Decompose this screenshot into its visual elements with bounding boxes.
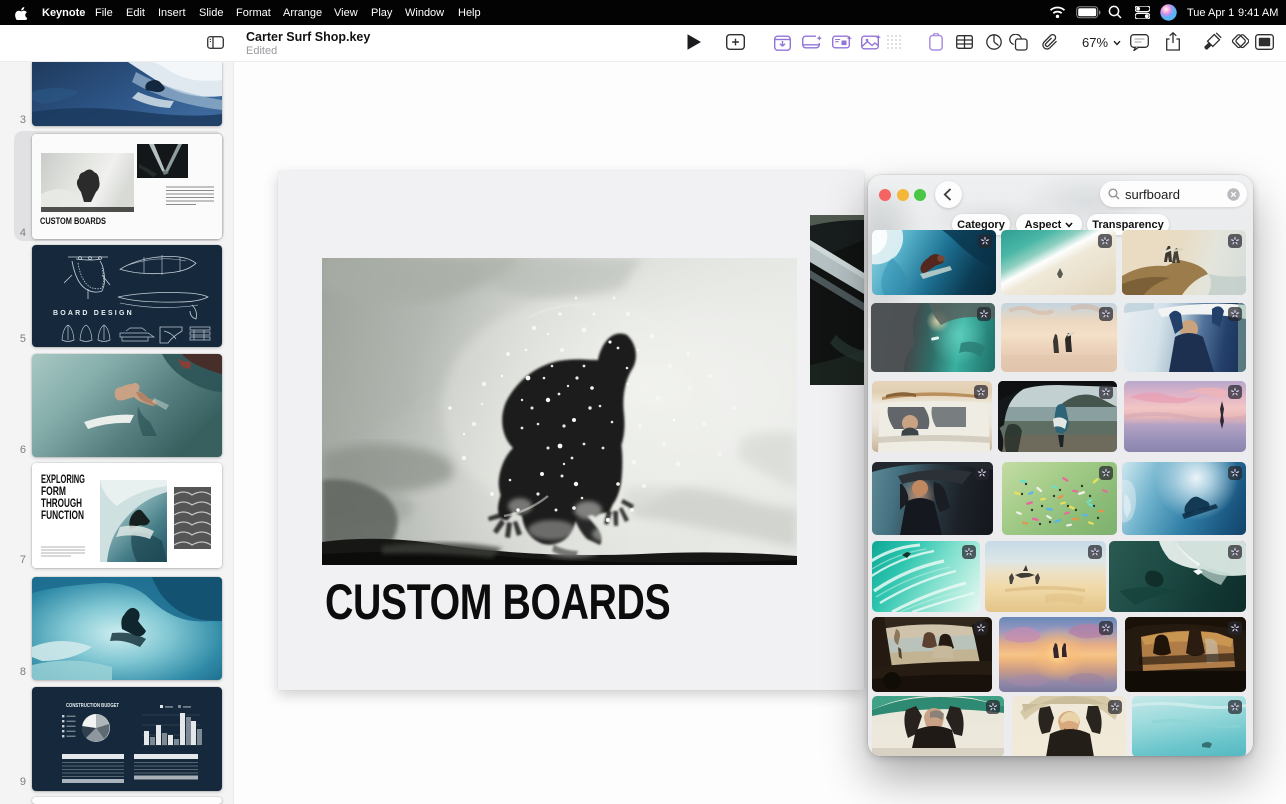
svg-text:FORM: FORM: [41, 486, 66, 498]
svg-text:CONSTRUCTION BUDGET: CONSTRUCTION BUDGET: [66, 703, 119, 709]
svg-text:THROUGH: THROUGH: [41, 498, 82, 510]
svg-text:BOARD DESIGN: BOARD DESIGN: [53, 310, 134, 317]
svg-text:FUNCTION: FUNCTION: [41, 510, 84, 522]
svg-text:CUSTOM BOARDS: CUSTOM BOARDS: [40, 216, 106, 227]
svg-text:EXPLORING: EXPLORING: [41, 474, 85, 486]
